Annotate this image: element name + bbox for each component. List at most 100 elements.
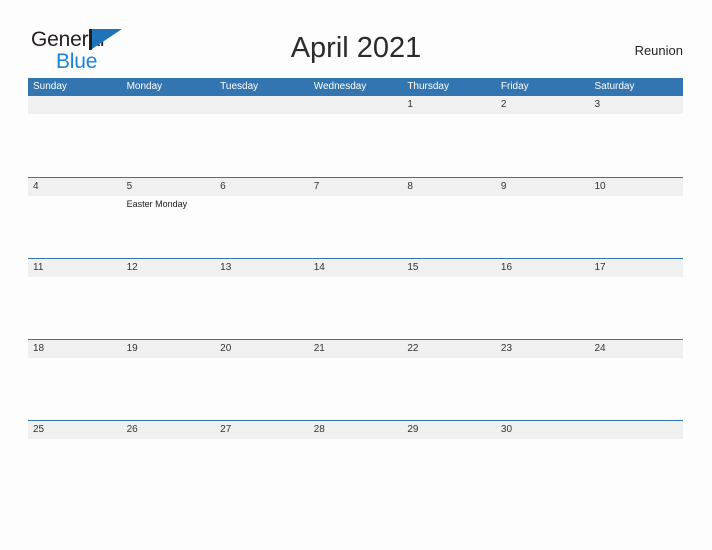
calendar-day-number: 13 xyxy=(220,262,232,273)
page-header: General Blue April 2021 Reunion xyxy=(0,0,712,74)
calendar-day-cell[interactable]: 28 xyxy=(309,421,403,501)
blue-flag-icon xyxy=(89,29,122,50)
calendar-day-number: 5 xyxy=(126,181,133,192)
calendar-week-row: 1 2 3 xyxy=(28,96,683,177)
flag-triangle-shape xyxy=(92,29,122,49)
calendar-day-number: 7 xyxy=(313,181,320,192)
calendar-day-number: 27 xyxy=(220,424,232,435)
weekday-header-wednesday: Wednesday xyxy=(313,81,367,92)
calendar-day-number: 22 xyxy=(407,343,419,354)
calendar-day-cell[interactable]: 16 xyxy=(496,259,590,339)
weekday-header-sunday: Sunday xyxy=(33,81,67,92)
calendar-week-band: 25 26 27 28 29 30 xyxy=(28,421,683,501)
calendar-day-number xyxy=(33,96,122,114)
calendar-day-number: 25 xyxy=(33,424,45,435)
region-label: Reunion xyxy=(634,43,683,58)
brand-logo[interactable]: General Blue xyxy=(31,28,161,74)
calendar-bottom-rule xyxy=(28,483,683,484)
calendar-day-cell[interactable]: 10 xyxy=(589,178,683,258)
calendar-day-number xyxy=(220,96,309,114)
weekday-header-friday: Friday xyxy=(500,81,529,92)
calendar-day-events: Easter Monday xyxy=(127,196,216,210)
calendar-day-cell[interactable]: 21 xyxy=(309,340,403,420)
calendar-day-cell[interactable]: 23 xyxy=(496,340,590,420)
calendar-day-cell[interactable]: 9 xyxy=(496,178,590,258)
calendar-day-cell[interactable]: 2 xyxy=(496,96,590,176)
calendar-weeks-container: 1 2 3 4 5 Easter Monday 6 7 8 9 10 11 12 13 14 15 16 17 18… xyxy=(28,96,683,501)
calendar-day-cell[interactable]: 3 xyxy=(589,96,683,176)
weekday-header-row: Sunday Monday Tuesday Wednesday Thursday Frid… xyxy=(28,78,683,96)
weekday-header-saturday: Saturday xyxy=(594,81,635,92)
calendar-day-number: 14 xyxy=(313,262,325,273)
weekday-header-thursday: Thursday xyxy=(407,81,449,92)
calendar-week-row: 18 19 20 21 22 23 24 xyxy=(28,339,683,420)
calendar-day-cell-empty xyxy=(122,96,216,176)
brand-name-blue: Blue xyxy=(56,50,98,73)
calendar-day-number: 10 xyxy=(594,181,606,192)
calendar-day-number: 3 xyxy=(594,99,601,110)
calendar-week-band: 1 2 3 xyxy=(28,96,683,176)
calendar-day-number xyxy=(127,96,216,114)
calendar-day-number: 2 xyxy=(500,99,507,110)
calendar-day-number: 19 xyxy=(126,343,138,354)
calendar-day-cell[interactable]: 1 xyxy=(402,96,496,176)
calendar-day-number xyxy=(314,96,403,114)
weekday-header-monday: Monday xyxy=(126,81,163,92)
calendar-day-number: 30 xyxy=(500,424,513,435)
calendar-week-band: 4 5 Easter Monday 6 7 8 9 10 xyxy=(28,178,683,258)
calendar-day-cell-empty xyxy=(215,96,309,176)
calendar-day-cell[interactable]: 6 xyxy=(215,178,309,258)
calendar-day-cell[interactable]: 15 xyxy=(402,259,496,339)
calendar-day-cell[interactable]: 8 xyxy=(402,178,496,258)
calendar-day-number: 4 xyxy=(33,181,39,192)
calendar-day-cell[interactable]: 27 xyxy=(215,421,309,501)
calendar-day-cell-empty xyxy=(309,96,403,176)
calendar-day-number: 26 xyxy=(126,424,138,435)
calendar-grid: Sunday Monday Tuesday Wednesday Thursday Frid… xyxy=(28,78,683,501)
calendar-day-number: 29 xyxy=(407,424,419,435)
calendar-day-number: 8 xyxy=(407,181,413,192)
calendar-day-cell[interactable]: 29 xyxy=(402,421,496,501)
calendar-day-cell[interactable]: 7 xyxy=(309,178,403,258)
calendar-day-number: 23 xyxy=(500,343,513,354)
calendar-day-cell[interactable]: 25 xyxy=(28,421,122,501)
calendar-day-number: 24 xyxy=(594,343,606,354)
calendar-day-number: 18 xyxy=(33,343,45,354)
calendar-day-cell[interactable]: 22 xyxy=(402,340,496,420)
calendar-day-number: 11 xyxy=(33,262,44,273)
calendar-day-cell[interactable]: 20 xyxy=(215,340,309,420)
calendar-day-cell[interactable]: 4 xyxy=(28,178,122,258)
calendar-day-cell[interactable]: 30 xyxy=(496,421,590,501)
calendar-day-cell-empty xyxy=(589,421,683,501)
calendar-day-number: 9 xyxy=(500,181,507,192)
weekday-header-tuesday: Tuesday xyxy=(220,81,259,92)
calendar-day-cell[interactable]: 13 xyxy=(215,259,309,339)
brand-logo-bottom-line: Blue xyxy=(31,51,161,74)
calendar-day-number: 1 xyxy=(407,99,413,110)
calendar-day-number: 17 xyxy=(594,262,606,273)
calendar-event-label: Easter Monday xyxy=(126,199,188,209)
calendar-day-number xyxy=(594,421,683,439)
calendar-day-number: 20 xyxy=(220,343,232,354)
calendar-day-cell[interactable]: 18 xyxy=(28,340,122,420)
calendar-week-row: 4 5 Easter Monday 6 7 8 9 10 xyxy=(28,177,683,258)
calendar-day-cell[interactable]: 17 xyxy=(589,259,683,339)
calendar-day-cell[interactable]: 19 xyxy=(122,340,216,420)
calendar-week-band: 11 12 13 14 15 16 17 xyxy=(28,259,683,339)
calendar-week-row: 25 26 27 28 29 30 xyxy=(28,420,683,501)
calendar-day-cell[interactable]: 14 xyxy=(309,259,403,339)
calendar-day-cell[interactable]: 5 Easter Monday xyxy=(122,178,216,258)
calendar-day-number: 28 xyxy=(313,424,325,435)
brand-logo-top-line: General xyxy=(31,28,161,51)
calendar-day-cell[interactable]: 12 xyxy=(122,259,216,339)
calendar-week-row: 11 12 13 14 15 16 17 xyxy=(28,258,683,339)
calendar-day-number: 6 xyxy=(220,181,226,192)
calendar-day-number: 16 xyxy=(500,262,513,273)
calendar-day-cell-empty xyxy=(28,96,122,176)
calendar-day-cell[interactable]: 11 xyxy=(28,259,122,339)
calendar-day-cell[interactable]: 24 xyxy=(589,340,683,420)
calendar-day-cell[interactable]: 26 xyxy=(122,421,216,501)
calendar-day-number: 12 xyxy=(126,262,138,273)
calendar-day-number: 21 xyxy=(313,343,325,354)
calendar-day-number: 15 xyxy=(407,262,419,273)
